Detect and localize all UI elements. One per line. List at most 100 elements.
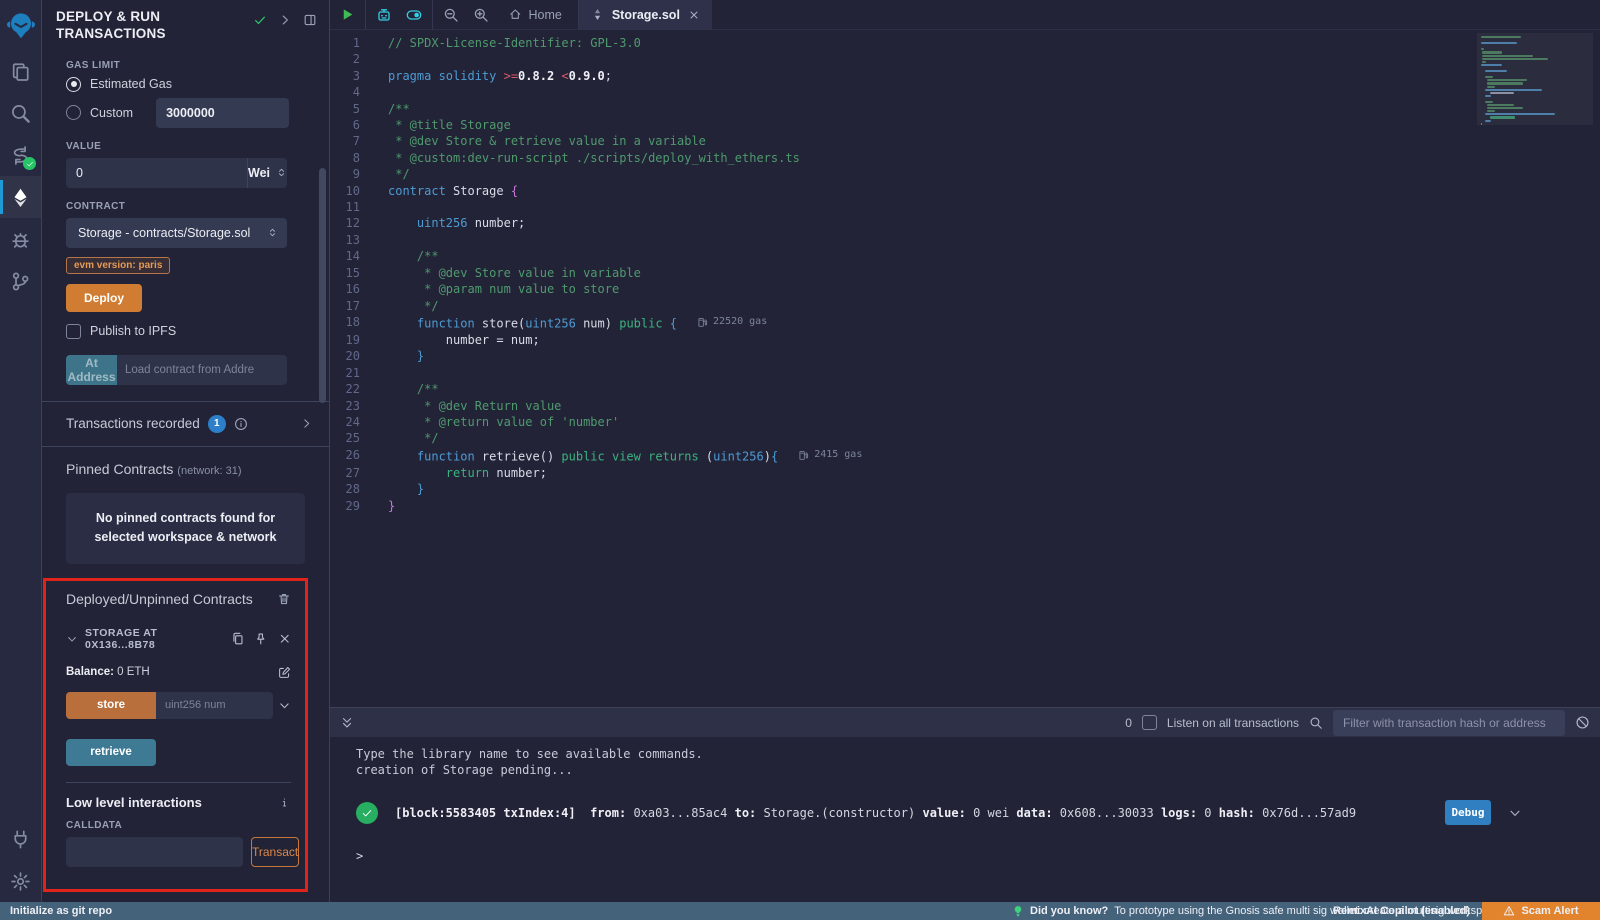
- code-line[interactable]: 3pragma solidity >=0.8.2 <0.9.0;: [330, 68, 1600, 84]
- file-explorer-icon[interactable]: [0, 50, 41, 92]
- code-line[interactable]: 20 }: [330, 348, 1600, 364]
- tab-storage-sol[interactable]: Storage.sol: [579, 0, 712, 30]
- code-line[interactable]: 25 */: [330, 430, 1600, 446]
- transactions-recorded-row[interactable]: Transactions recorded 1: [42, 402, 329, 446]
- zoom-out-button[interactable]: [443, 7, 459, 23]
- calldata-input[interactable]: [66, 837, 243, 867]
- code-line[interactable]: 4: [330, 84, 1600, 100]
- code-line[interactable]: 19 number = num;: [330, 332, 1600, 348]
- code-line[interactable]: 28 }: [330, 481, 1600, 497]
- deploy-run-icon[interactable]: [0, 176, 41, 218]
- at-address-button[interactable]: At Address: [66, 355, 117, 385]
- low-level-info-icon[interactable]: [278, 796, 291, 809]
- store-arg-input[interactable]: [156, 692, 273, 719]
- icon-rail: [0, 0, 42, 902]
- plugin-manager-icon[interactable]: [0, 818, 41, 860]
- code-line[interactable]: 22 /**: [330, 381, 1600, 397]
- estimated-gas-radio[interactable]: [66, 77, 81, 92]
- panel-scrollbar[interactable]: [319, 168, 326, 403]
- icon-rail-top: [0, 0, 41, 818]
- remove-instance-icon[interactable]: [278, 632, 292, 646]
- instance-collapse-icon[interactable]: [66, 633, 78, 645]
- copilot-status[interactable]: RemixAI Copilot (enabled): [1333, 905, 1470, 917]
- code-line[interactable]: 26 function retrieve() public view retur…: [330, 447, 1600, 465]
- git-icon[interactable]: [0, 260, 41, 302]
- expand-args-icon[interactable]: [278, 699, 291, 712]
- code-line[interactable]: 8 * @custom:dev-run-script ./scripts/dep…: [330, 150, 1600, 166]
- edit-balance-icon[interactable]: [278, 666, 291, 679]
- search-icon[interactable]: [0, 92, 41, 134]
- code-line[interactable]: 18 function store(uint256 num) public {2…: [330, 314, 1600, 332]
- custom-gas-option[interactable]: Custom: [66, 98, 287, 128]
- contract-instance-header[interactable]: STORAGE AT 0X136...8B78: [66, 627, 291, 651]
- code-line[interactable]: 10contract Storage {: [330, 183, 1600, 199]
- code-line[interactable]: 17 */: [330, 298, 1600, 314]
- scam-alert-button[interactable]: Scam Alert: [1482, 902, 1600, 920]
- code-line[interactable]: 24 * @return value of 'number': [330, 414, 1600, 430]
- transactions-expand-icon[interactable]: [300, 417, 313, 430]
- transactions-info-icon[interactable]: [234, 417, 248, 431]
- line-number: 25: [330, 430, 374, 446]
- publish-ipfs-option[interactable]: Publish to IPFS: [66, 324, 287, 339]
- terminal-collapse-icon[interactable]: [340, 716, 354, 730]
- value-input[interactable]: [66, 158, 247, 188]
- code-line[interactable]: 13: [330, 232, 1600, 248]
- transaction-log-row[interactable]: [block:5583405 txIndex:4] from: 0xa03...…: [356, 800, 1600, 825]
- code-line[interactable]: 7 * @dev Store & retrieve value in a var…: [330, 133, 1600, 149]
- code-content[interactable]: 1// SPDX-License-Identifier: GPL-3.023pr…: [330, 30, 1600, 514]
- publish-ipfs-checkbox[interactable]: [66, 324, 81, 339]
- code-line[interactable]: 15 * @dev Store value in variable: [330, 265, 1600, 281]
- code-line[interactable]: 21: [330, 365, 1600, 381]
- retrieve-button[interactable]: retrieve: [66, 739, 156, 766]
- custom-gas-input[interactable]: [156, 98, 289, 128]
- pin-contract-icon[interactable]: [254, 632, 268, 646]
- code-line[interactable]: 1// SPDX-License-Identifier: GPL-3.0: [330, 35, 1600, 51]
- code-line[interactable]: 6 * @title Storage: [330, 117, 1600, 133]
- terminal-search-icon[interactable]: [1309, 716, 1323, 730]
- code-line[interactable]: 23 * @dev Return value: [330, 398, 1600, 414]
- debug-button[interactable]: Debug: [1445, 800, 1491, 825]
- clear-terminal-icon[interactable]: [1575, 715, 1590, 730]
- line-number: 21: [330, 365, 374, 381]
- tab-home[interactable]: Home: [503, 8, 568, 22]
- code-line[interactable]: 27 return number;: [330, 465, 1600, 481]
- copilot-robot-icon[interactable]: [376, 7, 392, 23]
- code-editor[interactable]: 1// SPDX-License-Identifier: GPL-3.023pr…: [330, 30, 1600, 707]
- expand-log-icon[interactable]: [1508, 806, 1522, 820]
- solidity-compiler-icon[interactable]: [0, 134, 41, 176]
- clear-deployed-icon[interactable]: [277, 592, 291, 606]
- custom-gas-radio[interactable]: [66, 105, 81, 120]
- debugger-icon[interactable]: [0, 218, 41, 260]
- store-button[interactable]: store: [66, 692, 156, 719]
- listen-all-checkbox[interactable]: [1142, 715, 1157, 730]
- deploy-button[interactable]: Deploy: [66, 284, 142, 312]
- zoom-in-button[interactable]: [473, 7, 489, 23]
- panel-layout-icon[interactable]: [303, 13, 317, 27]
- estimated-gas-option[interactable]: Estimated Gas: [66, 77, 287, 92]
- at-address-input[interactable]: [117, 355, 287, 385]
- value-unit-select[interactable]: Wei: [247, 158, 287, 188]
- close-tab-icon[interactable]: [688, 9, 700, 21]
- code-line[interactable]: 9 */: [330, 166, 1600, 182]
- code-line[interactable]: 11: [330, 199, 1600, 215]
- code-line[interactable]: 2: [330, 51, 1600, 67]
- contract-select[interactable]: Storage - contracts/Storage.sol: [66, 218, 287, 248]
- git-init-button[interactable]: Initialize as git repo: [0, 905, 112, 917]
- code-line[interactable]: 14 /**: [330, 248, 1600, 264]
- code-line[interactable]: 12 uint256 number;: [330, 215, 1600, 231]
- value-field: Wei: [66, 158, 287, 188]
- terminal-prompt[interactable]: >: [356, 849, 1600, 863]
- remix-logo[interactable]: [0, 0, 41, 50]
- terminal-filter-input[interactable]: [1333, 710, 1565, 736]
- code-line[interactable]: 29}: [330, 498, 1600, 514]
- copilot-toggle[interactable]: [406, 7, 422, 23]
- code-line[interactable]: 5/**: [330, 101, 1600, 117]
- editor-minimap[interactable]: [1477, 33, 1593, 125]
- copy-address-icon[interactable]: [231, 632, 245, 646]
- settings-icon[interactable]: [0, 860, 41, 902]
- transact-button[interactable]: Transact: [251, 837, 299, 867]
- pin-panel-icon[interactable]: [278, 13, 292, 27]
- run-script-button[interactable]: [340, 7, 355, 22]
- terminal[interactable]: Type the library name to see available c…: [330, 737, 1600, 902]
- code-line[interactable]: 16 * @param num value to store: [330, 281, 1600, 297]
